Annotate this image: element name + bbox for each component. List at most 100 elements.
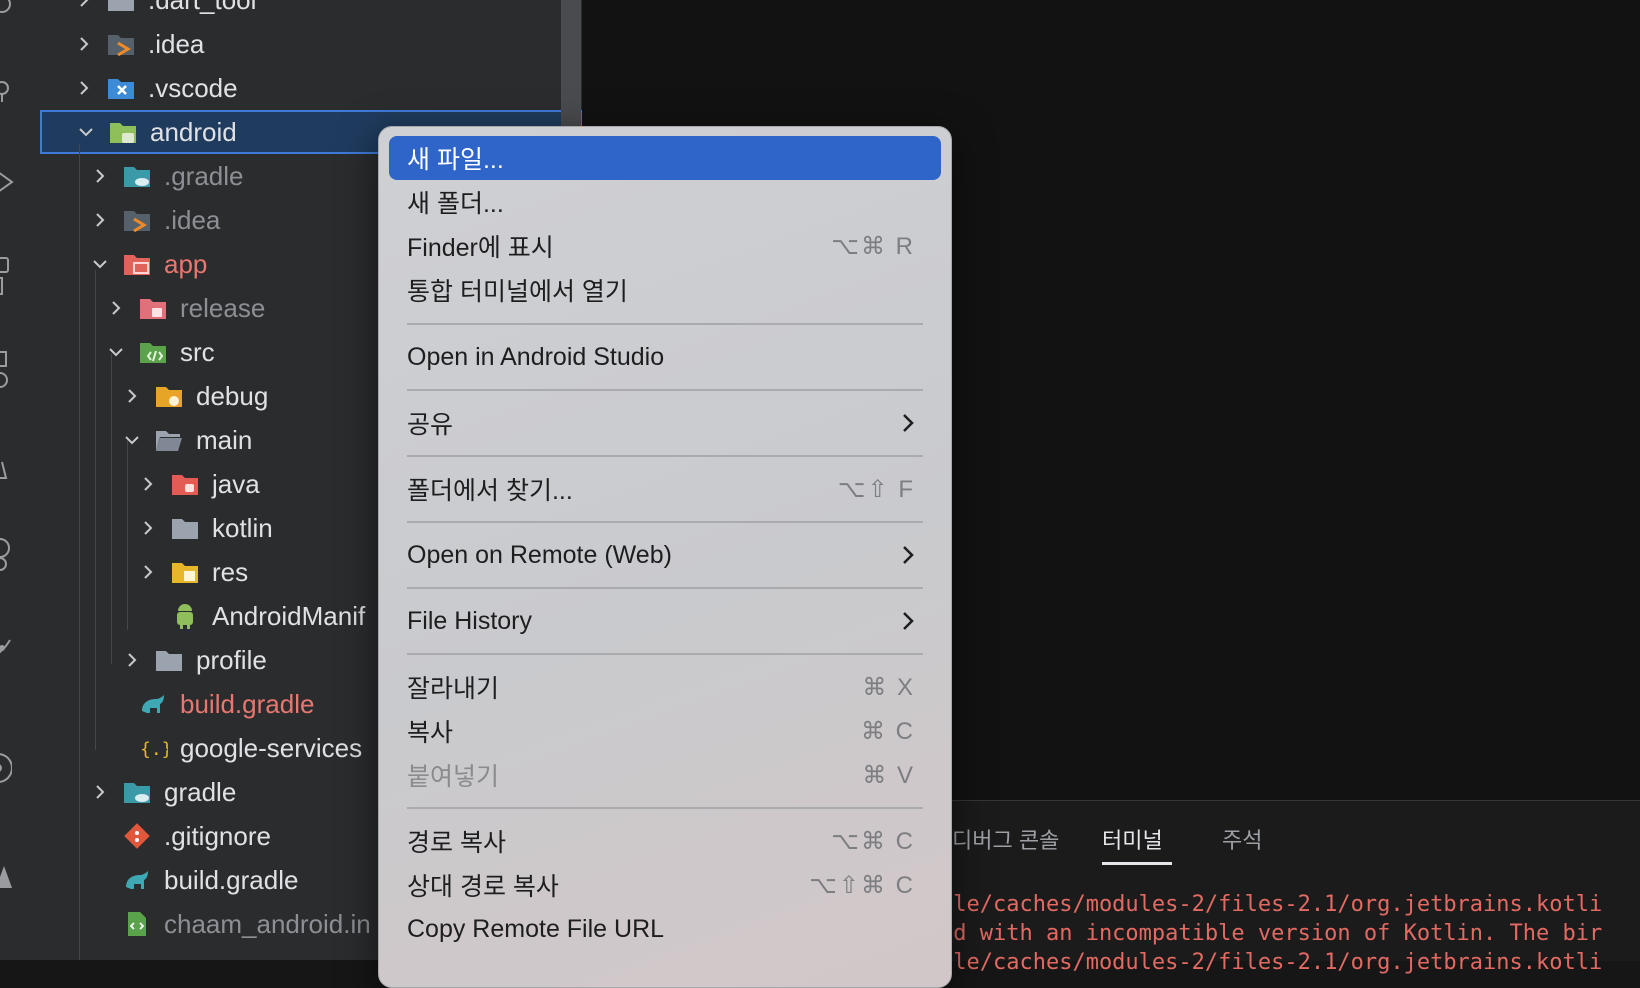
chevron-right-icon[interactable]	[92, 784, 108, 800]
menu-item-find-in-folder[interactable]: 폴더에서 찾기... ⌥⇧ F	[389, 467, 941, 511]
menu-item-share[interactable]: 공유	[389, 401, 941, 445]
tree-item-label: res	[212, 556, 249, 587]
menu-item-label: Copy Remote File URL	[407, 914, 665, 943]
chevron-right-icon[interactable]	[76, 36, 92, 52]
chevron-right-icon[interactable]	[124, 388, 140, 404]
tree-item-label: AndroidManif	[212, 600, 366, 631]
json-file-icon: {.}	[138, 733, 168, 763]
chevron-right-icon[interactable]	[76, 80, 92, 96]
menu-item-copy-relative-path[interactable]: 상대 경로 복사 ⌥⇧⌘ C	[389, 863, 941, 907]
menu-item-label: 폴더에서 찾기...	[407, 477, 573, 505]
chevron-right-icon[interactable]	[92, 212, 108, 228]
menu-item-open-in-terminal[interactable]: 통합 터미널에서 열기	[389, 268, 941, 312]
menu-item-label: File History	[407, 606, 533, 635]
menu-item-label: 붙여넣기	[407, 763, 500, 791]
tree-item-label: google-services	[180, 732, 363, 763]
run-debug-icon[interactable]	[0, 170, 18, 194]
menu-item-new-file[interactable]: 새 파일...	[389, 136, 941, 180]
menu-separator	[407, 455, 923, 457]
app-folder-icon	[122, 249, 152, 279]
chevron-right-icon[interactable]	[76, 0, 92, 8]
chevron-right-icon[interactable]	[92, 168, 108, 184]
menu-item-copy-path[interactable]: 경로 복사 ⌥⌘ C	[389, 819, 941, 863]
warning-icon[interactable]	[0, 862, 18, 888]
src-folder-icon	[138, 337, 168, 367]
menu-separator	[407, 323, 923, 325]
testing-icon[interactable]	[0, 452, 16, 479]
tree-item-label: main	[196, 424, 253, 455]
menu-item-label: Finder에 표시	[407, 234, 554, 262]
menu-separator	[407, 389, 923, 391]
chevron-down-icon[interactable]	[78, 124, 94, 140]
active-tab-indicator	[1102, 862, 1172, 865]
menu-item-label: 경로 복사	[407, 829, 506, 857]
flutter-devtools-icon[interactable]	[0, 534, 14, 571]
idea-folder-icon	[122, 205, 152, 235]
vscode-folder-icon	[106, 73, 136, 103]
tree-item-label: build.gradle	[180, 688, 315, 719]
chevron-right-icon	[901, 544, 915, 566]
git-file-icon	[122, 821, 152, 851]
terminal-line: dle/caches/modules-2/files-2.1/org.jetbr…	[940, 892, 1603, 917]
menu-item-label: 상대 경로 복사	[407, 873, 559, 901]
menu-item-label: 새 파일...	[407, 146, 504, 174]
tree-item-label: java	[212, 468, 260, 499]
gradle-folder-icon	[122, 161, 152, 191]
menu-item-label: 잘라내기	[407, 675, 500, 703]
activity-bar	[0, 0, 41, 960]
menu-item-new-folder[interactable]: 새 폴더...	[389, 180, 941, 224]
chevron-right-icon[interactable]	[108, 300, 124, 316]
tab-terminal[interactable]: 터미널	[1102, 823, 1163, 855]
source-control-icon[interactable]	[0, 78, 16, 102]
indent-guide	[95, 270, 96, 750]
tree-item-label: gradle	[164, 776, 237, 807]
tree-item-label: .vscode	[148, 72, 238, 103]
shortcut-label: ⌥⌘ R	[831, 232, 915, 260]
extensions-icon[interactable]	[0, 256, 16, 295]
folder-icon	[154, 645, 184, 675]
tree-item[interactable]: .vscode	[40, 66, 582, 110]
git-graph-icon[interactable]	[0, 636, 16, 660]
menu-item-label: Open on Remote (Web)	[407, 540, 672, 569]
tree-item-label: profile	[196, 644, 267, 675]
chevron-right-icon	[901, 610, 915, 632]
tree-item[interactable]: .dart_tool	[40, 0, 582, 22]
indent-guide	[79, 144, 80, 960]
android-file-icon	[170, 601, 200, 631]
tree-item[interactable]: .idea	[40, 22, 582, 66]
menu-item-paste[interactable]: 붙여넣기 ⌘ V	[389, 753, 941, 797]
tab-comments[interactable]: 주석	[1222, 823, 1262, 855]
shortcut-label: ⌘ C	[861, 717, 915, 745]
menu-item-reveal-in-finder[interactable]: Finder에 표시 ⌥⌘ R	[389, 224, 941, 268]
indent-guide	[127, 440, 128, 630]
tree-item-label: app	[164, 248, 208, 279]
menu-item-copy[interactable]: 복사 ⌘ C	[389, 709, 941, 753]
tree-item-label: .gitignore	[164, 820, 271, 851]
tree-item-label: android	[150, 116, 237, 147]
chevron-right-icon[interactable]	[140, 564, 156, 580]
context-menu: 새 파일... 새 폴더... Finder에 표시 ⌥⌘ R 통합 터미널에서…	[378, 126, 952, 988]
menu-item-file-history[interactable]: File History	[389, 599, 941, 643]
shortcut-label: ⌥⇧ F	[837, 475, 915, 503]
search-icon[interactable]	[0, 0, 16, 18]
chevron-right-icon	[901, 412, 915, 434]
accounts-icon[interactable]	[0, 748, 12, 783]
chevron-right-icon[interactable]	[140, 476, 156, 492]
idea-folder-icon	[106, 29, 136, 59]
menu-item-open-on-remote[interactable]: Open on Remote (Web)	[389, 533, 941, 577]
chevron-right-icon[interactable]	[140, 520, 156, 536]
menu-item-cut[interactable]: 잘라내기 ⌘ X	[389, 665, 941, 709]
shortcut-label: ⌘ V	[862, 761, 915, 789]
remote-explorer-icon[interactable]	[0, 350, 16, 388]
menu-separator	[407, 587, 923, 589]
tree-item-label: build.gradle	[164, 864, 299, 895]
terminal-line: dle/caches/modules-2/files-2.1/org.jetbr…	[940, 950, 1603, 975]
menu-item-open-in-android-studio[interactable]: Open in Android Studio	[389, 335, 941, 379]
shortcut-label: ⌘ X	[862, 673, 915, 701]
chevron-right-icon[interactable]	[124, 652, 140, 668]
tab-debug-console[interactable]: 디버그 콘솔	[952, 823, 1059, 855]
menu-item-label: Open in Android Studio	[407, 342, 665, 371]
menu-item-copy-remote-url[interactable]: Copy Remote File URL	[389, 907, 941, 951]
